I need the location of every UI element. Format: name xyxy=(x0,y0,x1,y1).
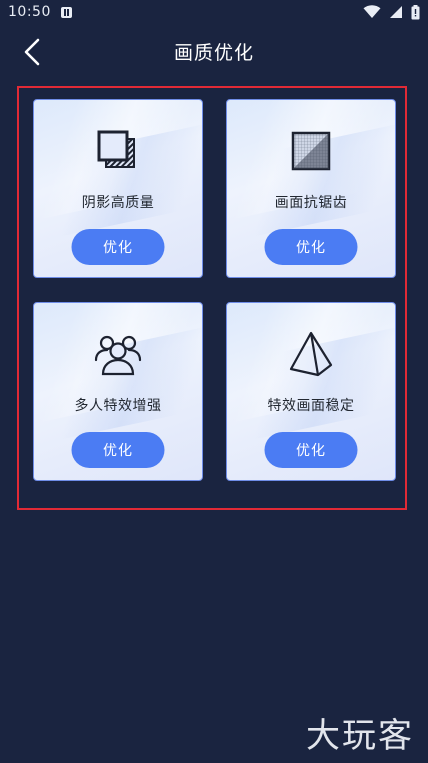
card-anti-aliasing[interactable]: 画面抗锯齿 优化 xyxy=(226,99,396,278)
card-label: 阴影高质量 xyxy=(81,195,155,211)
optimize-button[interactable]: 优化 xyxy=(71,432,165,468)
wifi-icon xyxy=(363,5,381,19)
card-label: 多人特效增强 xyxy=(74,398,162,414)
status-left: 10:50 xyxy=(8,4,72,20)
page-title: 画质优化 xyxy=(173,42,254,64)
signal-icon xyxy=(389,5,403,19)
battery-icon xyxy=(411,4,420,20)
pyramid-icon xyxy=(286,329,336,379)
card-effect-stable[interactable]: 特效画面稳定 优化 xyxy=(226,302,396,481)
card-label: 特效画面稳定 xyxy=(267,398,355,414)
status-bar: 10:50 xyxy=(0,0,428,24)
notification-icon xyxy=(60,6,72,18)
watermark: 大玩客 xyxy=(306,716,414,756)
optimize-button[interactable]: 优化 xyxy=(264,432,358,468)
optimize-button[interactable]: 优化 xyxy=(71,229,165,265)
card-shadow-quality[interactable]: 阴影高质量 优化 xyxy=(33,99,203,278)
shadow-quality-icon xyxy=(93,126,143,176)
anti-aliasing-icon xyxy=(286,126,336,176)
status-time: 10:50 xyxy=(8,4,51,20)
optimize-button[interactable]: 优化 xyxy=(264,229,358,265)
header: 画质优化 xyxy=(0,24,428,80)
multi-user-icon xyxy=(93,329,143,379)
status-right xyxy=(363,4,420,20)
card-multi-effect[interactable]: 多人特效增强 优化 xyxy=(33,302,203,481)
card-label: 画面抗锯齿 xyxy=(274,195,348,211)
